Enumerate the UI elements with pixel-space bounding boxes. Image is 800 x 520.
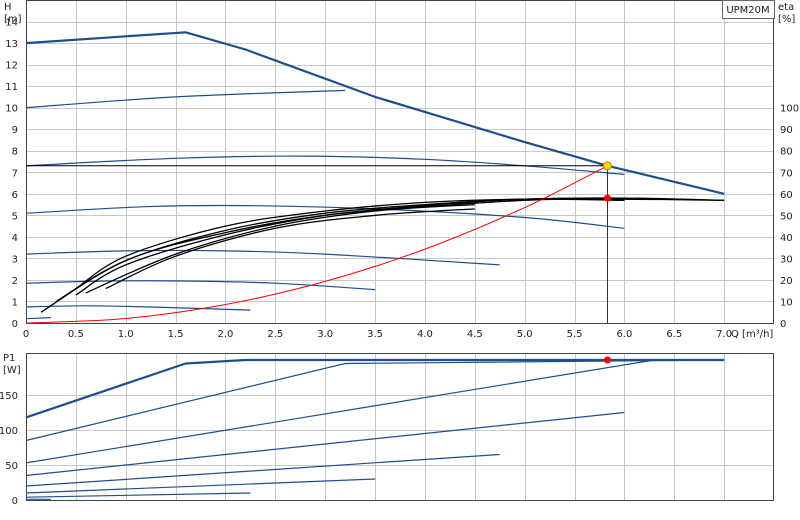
chart-canvas: 0 0.5 1.0 1.5 2.0 2.5 3.0 3.5 4.0 4.5 5.0 5.5 6.0 6.5… <box>0 0 799 507</box>
x-tick-label: 5.5 <box>567 329 583 340</box>
y-tick-label: 3 <box>12 254 18 265</box>
eta-tick-label: 50 <box>780 211 793 222</box>
p1-axis-label-symbol: P1 <box>3 353 15 364</box>
x-tick-label: 3.5 <box>367 329 383 340</box>
eta-axis-label-symbol: eta <box>778 2 794 13</box>
p1-tick-label: 100 <box>0 426 18 437</box>
y-tick-label: 5 <box>12 211 18 222</box>
eta-tick-label: 40 <box>780 233 793 244</box>
x-tick-label: 3.0 <box>317 329 333 340</box>
eta-tick-label: 80 <box>780 147 793 158</box>
y-tick-label: 13 <box>5 39 18 50</box>
p1-axis-label-unit: [W] <box>3 365 21 376</box>
x-tick-label: 5.0 <box>517 329 533 340</box>
eta-tick-label: 10 <box>780 297 793 308</box>
model-label: UPM20M <box>722 0 775 19</box>
x-tick-label: 6.0 <box>616 329 632 340</box>
efficiency-point-marker <box>603 194 611 202</box>
x-tick-label: 1.5 <box>168 329 184 340</box>
q-axis-label: Q [m³/h] <box>731 329 773 340</box>
y-tick-label: 12 <box>5 61 18 72</box>
eta-tick-label: 0 <box>780 319 786 330</box>
power-setting-curve <box>25 478 376 494</box>
head-plot-frame <box>26 0 774 324</box>
system-curve <box>25 165 608 324</box>
x-tick-label: 4.0 <box>417 329 433 340</box>
y-tick-label: 4 <box>12 233 18 244</box>
model-label-text: UPM20M <box>726 5 769 16</box>
head-setting-curve <box>25 249 500 266</box>
x-tick-label: 0 <box>23 329 29 340</box>
eta-tick-label: 90 <box>780 125 793 136</box>
x-tick-label: 7.0 <box>716 329 732 340</box>
eta-tick-label: 30 <box>780 254 793 265</box>
head-setting-curve <box>25 89 346 109</box>
x-tick-label: 2.0 <box>218 329 234 340</box>
x-tick-label: 1.0 <box>118 329 134 340</box>
y-tick-label: 0 <box>12 319 18 330</box>
x-tick-label: 4.5 <box>467 329 483 340</box>
power-duty-point-marker <box>603 356 611 364</box>
x-tick-label: 0.5 <box>68 329 84 340</box>
tick-labels: 0 0.5 1.0 1.5 2.0 2.5 3.0 3.5 4.0 4.5 5.0 5.5 6.0 6.5… <box>0 18 799 507</box>
eta-tick-label: 70 <box>780 168 793 179</box>
x-tick-label: 2.5 <box>267 329 283 340</box>
y-tick-label: 10 <box>5 104 18 115</box>
duty-point-marker <box>602 161 612 171</box>
power-setting-curve <box>25 453 500 487</box>
h-axis-label-symbol: H <box>4 2 12 13</box>
p1-tick-label: 0 <box>12 496 18 507</box>
y-tick-label: 8 <box>12 147 18 158</box>
p1-tick-label: 50 <box>5 461 18 472</box>
y-tick-label: 9 <box>12 125 18 136</box>
y-tick-label: 11 <box>5 82 18 93</box>
eta-tick-label: 60 <box>780 190 793 201</box>
y-tick-label: 7 <box>12 168 18 179</box>
head-setting-curve <box>25 317 51 320</box>
eta-axis-label-unit: [%] <box>778 14 795 25</box>
y-tick-label: 6 <box>12 190 18 201</box>
power-setting-curve <box>25 492 251 498</box>
y-tick-label: 2 <box>12 276 18 287</box>
eta-tick-label: 20 <box>780 276 793 287</box>
eta-tick-label: 100 <box>780 104 799 115</box>
x-tick-label: 6.5 <box>666 329 682 340</box>
head-grid <box>26 0 774 324</box>
p1-tick-label: 150 <box>0 391 18 402</box>
y-tick-label: 1 <box>12 297 18 308</box>
h-axis-label-unit: [m] <box>4 14 22 25</box>
power-setting-curve <box>25 359 655 464</box>
pump-curve-chart: 0 0.5 1.0 1.5 2.0 2.5 3.0 3.5 4.0 4.5 5.0 5.5 6.0 6.5… <box>0 0 800 520</box>
